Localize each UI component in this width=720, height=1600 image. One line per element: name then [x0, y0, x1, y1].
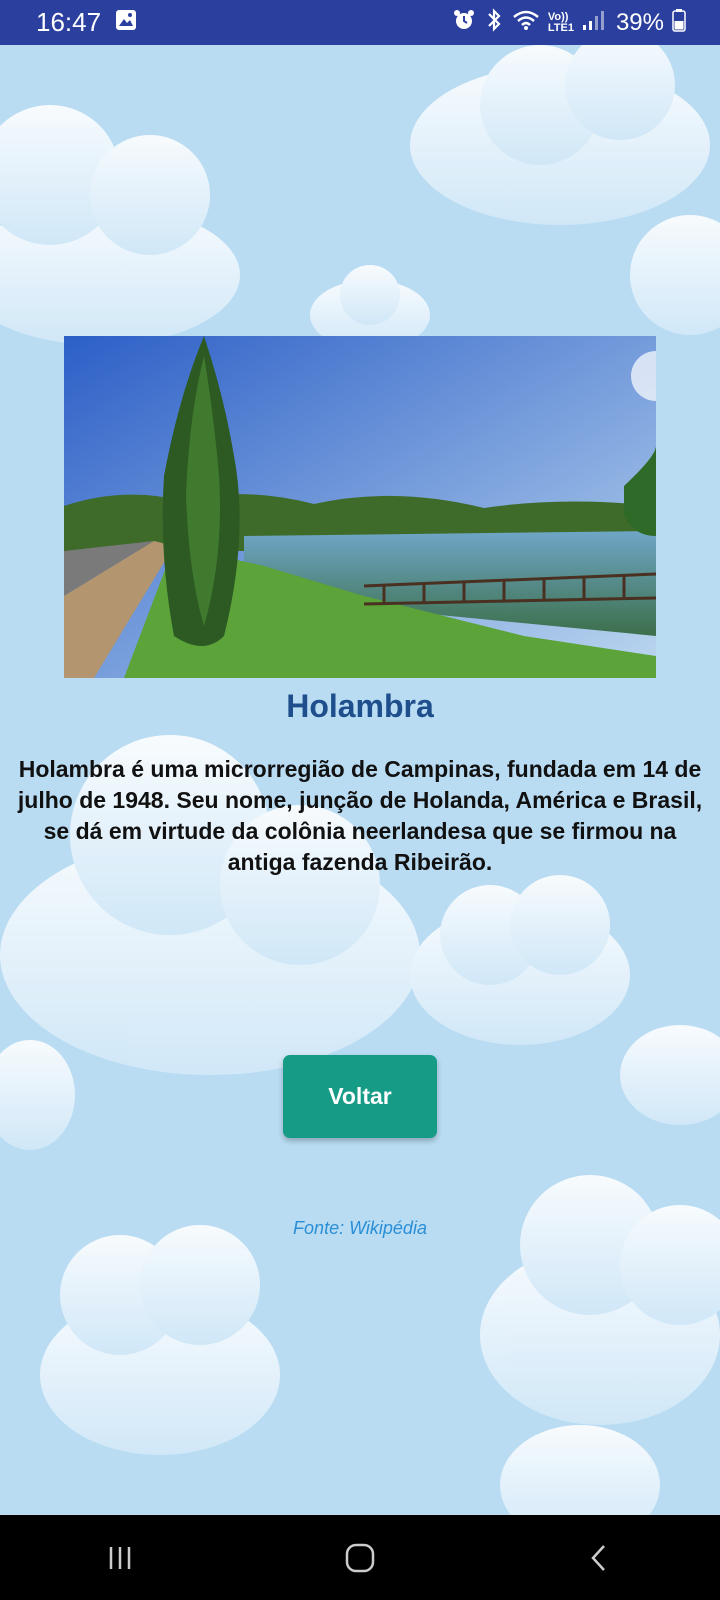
- signal-icon: [582, 9, 604, 36]
- image-icon: [115, 9, 137, 36]
- battery-icon: [672, 8, 686, 37]
- network-label: Vo)) LTE1: [547, 10, 574, 34]
- battery-percent: 39%: [615, 8, 664, 36]
- description-text: Holambra é uma microrregião de Campinas,…: [17, 756, 703, 875]
- wifi-icon: [512, 8, 540, 37]
- source-credit: Fonte: Wikipédia: [293, 1218, 427, 1238]
- status-time: 16:47: [36, 7, 102, 37]
- alarm-icon: [452, 8, 476, 37]
- back-button[interactable]: Voltar: [283, 1055, 437, 1138]
- back-icon[interactable]: [560, 1528, 640, 1588]
- page-title: Holambra: [286, 688, 434, 724]
- bluetooth-icon: [484, 8, 504, 37]
- recents-icon[interactable]: [80, 1528, 160, 1588]
- landscape-photo: [64, 336, 656, 678]
- status-bar: 16:47 Vo)) LTE1 39%: [0, 0, 720, 45]
- home-icon[interactable]: [320, 1528, 400, 1588]
- navigation-bar: [0, 1515, 720, 1600]
